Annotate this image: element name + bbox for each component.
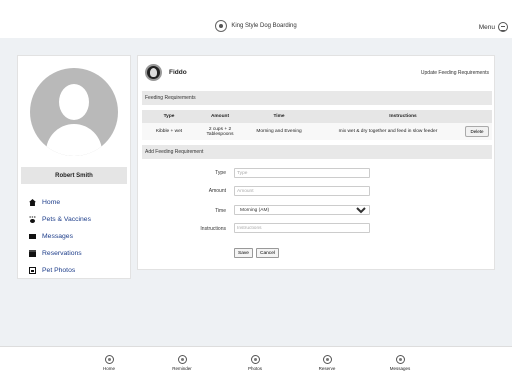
reserve-icon: [322, 355, 332, 364]
home-icon: [104, 355, 114, 364]
pet-name: Fiddo: [169, 69, 187, 76]
bottom-nav-label: Reminder: [172, 366, 192, 371]
sidebar-item-label: Home: [42, 199, 61, 206]
feeding-table: Type Amount Time Instructions Kibble + w…: [142, 110, 492, 140]
add-feeding-header: Add Feeding Requirement: [142, 145, 492, 159]
type-input[interactable]: [234, 168, 370, 178]
sidebar-item-pet-photos[interactable]: Pet Photos: [29, 262, 91, 279]
bottom-nav-label: Messages: [389, 366, 411, 371]
sidebar-nav: Home Pets & Vaccines Messages Reservatio…: [29, 194, 91, 279]
brand[interactable]: King Style Dog Boarding: [0, 20, 512, 32]
menu-label: Menu: [478, 23, 495, 31]
amount-input[interactable]: [234, 186, 370, 196]
sidebar-item-label: Messages: [42, 233, 73, 240]
photos-icon: [250, 355, 260, 364]
paw-icon: [29, 216, 36, 223]
time-label: Time: [215, 208, 226, 214]
calendar-icon: [29, 250, 36, 257]
sidebar-item-label: Pets & Vaccines: [42, 216, 91, 223]
pet-avatar: [145, 64, 162, 81]
bottom-nav: Home Reminder Photos Reserve Messages: [0, 346, 512, 384]
feeding-requirements-header: Feeding Requirements: [142, 91, 492, 105]
cell-time: Morning and Evening: [244, 123, 314, 140]
photo-icon: [29, 267, 36, 274]
bottom-nav-home[interactable]: Home: [89, 355, 129, 371]
user-name: Robert Smith: [21, 167, 127, 184]
update-feeding-link[interactable]: Update Feeding Requirements: [421, 70, 489, 76]
instructions-input[interactable]: [234, 223, 370, 233]
top-bar: King Style Dog Boarding Menu: [0, 0, 512, 38]
cell-action: Delete: [462, 123, 492, 140]
brand-logo-icon: [215, 20, 228, 32]
sidebar-item-reservations[interactable]: Reservations: [29, 245, 91, 262]
messages-icon: [395, 355, 405, 364]
avatar-head: [59, 84, 89, 120]
pet-feeding-panel: Fiddo Update Feeding Requirements Feedin…: [137, 55, 495, 270]
instructions-label: Instructions: [200, 226, 226, 232]
table-header-row: Type Amount Time Instructions: [142, 110, 492, 123]
bottom-nav-photos[interactable]: Photos: [235, 355, 275, 371]
sidebar: Robert Smith Home Pets & Vaccines Messag…: [17, 55, 131, 279]
save-button[interactable]: Save: [234, 248, 253, 258]
cell-type: Kibble + wet: [142, 123, 196, 140]
bottom-nav-label: Photos: [247, 366, 262, 371]
sidebar-item-home[interactable]: Home: [29, 194, 91, 211]
amount-label: Amount: [208, 188, 226, 194]
brand-title: King Style Dog Boarding: [231, 23, 297, 29]
bottom-nav-reminder[interactable]: Reminder: [162, 355, 202, 371]
column-header-amount: Amount: [196, 110, 244, 123]
column-header-type: Type: [142, 110, 196, 123]
bottom-nav-label: Reserve: [318, 366, 336, 371]
cancel-button[interactable]: Cancel: [256, 248, 279, 258]
avatar-body: [46, 124, 102, 156]
mail-icon: [29, 234, 36, 239]
sidebar-item-messages[interactable]: Messages: [29, 228, 91, 245]
cell-amount: 2 cups + 2 Tablespoons: [196, 123, 244, 140]
home-icon: [29, 199, 36, 206]
menu-button[interactable]: Menu: [479, 22, 508, 32]
sidebar-item-label: Reservations: [42, 250, 82, 257]
table-row: Kibble + wet 2 cups + 2 Tablespoons Morn…: [142, 123, 492, 140]
cell-instructions: mix wet & dry together and feed in slow …: [314, 123, 462, 140]
time-select[interactable]: Morning (AM): [234, 205, 370, 215]
bottom-nav-reserve[interactable]: Reserve: [307, 355, 347, 371]
bottom-nav-messages[interactable]: Messages: [380, 355, 420, 371]
column-header-time: Time: [244, 110, 314, 123]
sidebar-item-pets-vaccines[interactable]: Pets & Vaccines: [29, 211, 91, 228]
avatar: [30, 68, 118, 156]
bottom-nav-label: Home: [102, 366, 115, 371]
type-label: Type: [215, 170, 226, 176]
reminder-icon: [177, 355, 187, 364]
sidebar-item-label: Pet Photos: [42, 267, 76, 274]
menu-icon: [498, 22, 508, 32]
column-header-instructions: Instructions: [314, 110, 492, 123]
delete-button[interactable]: Delete: [465, 126, 489, 137]
